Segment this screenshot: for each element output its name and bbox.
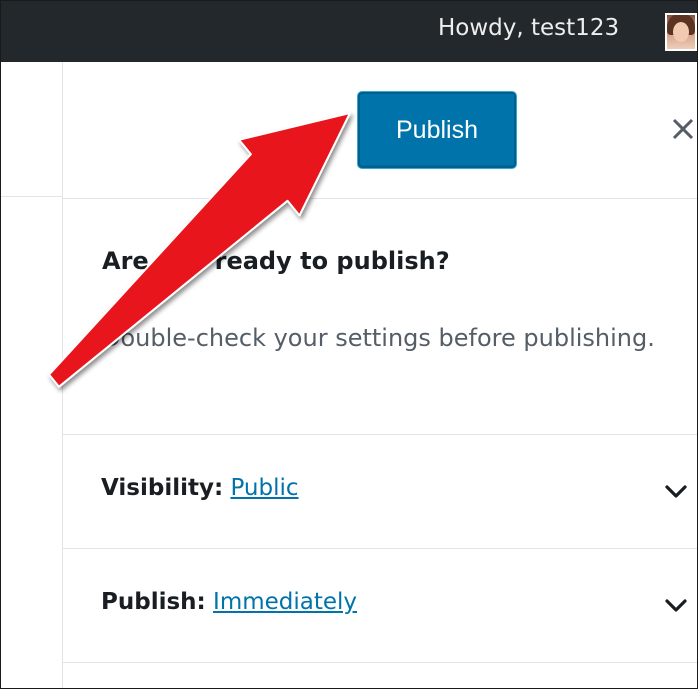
visibility-setting-row[interactable]: Visibility: Public: [63, 435, 697, 548]
visibility-setting: Visibility: Public: [101, 475, 299, 501]
publish-panel-description: Double-check your settings before publis…: [102, 324, 655, 352]
avatar-border: [665, 13, 697, 51]
publish-panel-title: Are you ready to publish?: [102, 247, 450, 275]
chevron-down-icon[interactable]: [663, 479, 689, 505]
visibility-value-link[interactable]: Public: [230, 475, 298, 501]
publish-setting: Publish: Immediately: [101, 589, 357, 615]
divider: [63, 662, 697, 663]
close-icon[interactable]: [669, 115, 697, 143]
publish-date-value-link[interactable]: Immediately: [213, 589, 357, 615]
user-avatar[interactable]: [665, 13, 697, 51]
visibility-label: Visibility:: [101, 475, 224, 501]
screenshot-frame: Howdy, test123 Publish Are you ready to …: [0, 0, 698, 689]
publish-date-label: Publish:: [101, 589, 206, 615]
admin-bar: Howdy, test123: [1, 1, 697, 62]
editor-divider: [1, 196, 62, 197]
publish-setting-row[interactable]: Publish: Immediately: [63, 549, 697, 662]
user-greeting[interactable]: Howdy, test123: [438, 15, 619, 41]
publish-button[interactable]: Publish: [358, 92, 516, 168]
editor-content-strip: [1, 62, 62, 688]
chevron-down-icon[interactable]: [663, 593, 689, 619]
